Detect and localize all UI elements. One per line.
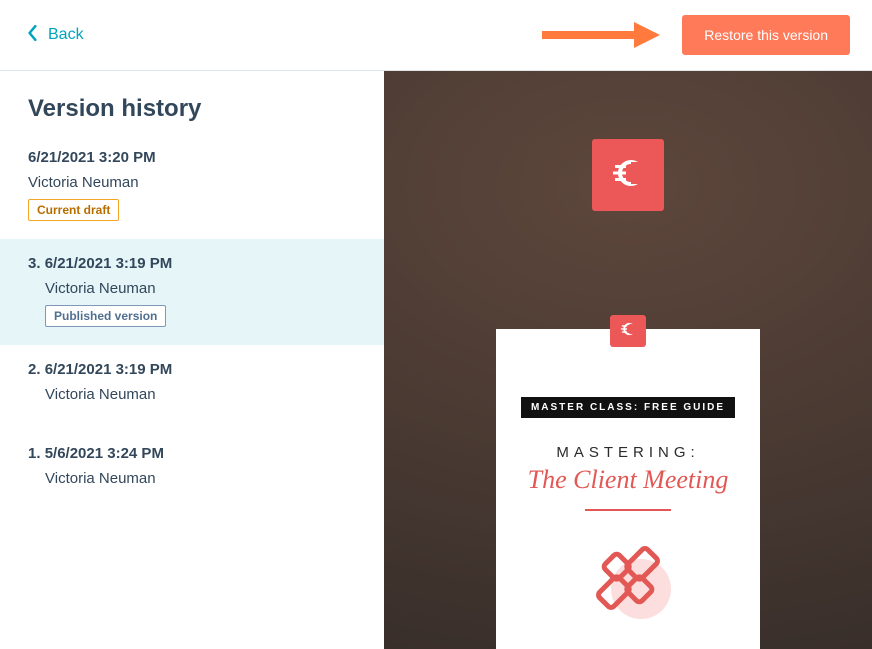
brand-badge bbox=[592, 139, 664, 211]
version-preview-pane: MASTER CLASS: FREE GUIDE MASTERING: The … bbox=[384, 71, 872, 649]
version-badge-row: Published version bbox=[28, 305, 356, 327]
current-draft-badge: Current draft bbox=[28, 199, 119, 221]
back-label: Back bbox=[48, 26, 84, 44]
back-link[interactable]: Back bbox=[28, 25, 84, 46]
version-item[interactable]: 2. 6/21/2021 3:19 PM Victoria Neuman bbox=[0, 345, 384, 429]
version-timestamp: 1. 5/6/2021 3:24 PM bbox=[28, 445, 356, 462]
version-index: 3. bbox=[28, 255, 41, 272]
header-right: Restore this version bbox=[682, 15, 850, 55]
restore-version-button[interactable]: Restore this version bbox=[682, 15, 850, 55]
version-index: 1. bbox=[28, 445, 41, 462]
chevron-left-icon bbox=[28, 25, 38, 46]
version-author: Victoria Neuman bbox=[28, 280, 356, 297]
doc-title-underline bbox=[585, 509, 671, 511]
version-index: 2. bbox=[28, 361, 41, 378]
handshake-icon bbox=[578, 533, 678, 623]
version-author: Victoria Neuman bbox=[28, 386, 356, 403]
version-timestamp: 3. 6/21/2021 3:19 PM bbox=[28, 255, 356, 272]
header-bar: Back Restore this version bbox=[0, 0, 872, 71]
document-preview-card: MASTER CLASS: FREE GUIDE MASTERING: The … bbox=[496, 329, 760, 649]
version-timestamp: 2. 6/21/2021 3:19 PM bbox=[28, 361, 356, 378]
version-sidebar: Version history 6/21/2021 3:20 PM Victor… bbox=[0, 71, 384, 649]
brand-icon bbox=[620, 321, 636, 342]
version-author: Victoria Neuman bbox=[28, 174, 356, 191]
version-timestamp: 6/21/2021 3:20 PM bbox=[28, 149, 356, 166]
doc-category-badge: MASTER CLASS: FREE GUIDE bbox=[521, 397, 735, 418]
brand-icon bbox=[611, 156, 645, 195]
sidebar-title: Version history bbox=[0, 71, 384, 133]
doc-title-line1: MASTERING: bbox=[512, 444, 744, 461]
version-item[interactable]: 3. 6/21/2021 3:19 PM Victoria Neuman Pub… bbox=[0, 239, 384, 345]
published-version-badge: Published version bbox=[45, 305, 166, 327]
version-badge-row: Current draft bbox=[28, 199, 356, 221]
doc-title-line2: The Client Meeting bbox=[512, 465, 744, 495]
doc-brand-tab bbox=[610, 315, 646, 347]
version-item[interactable]: 6/21/2021 3:20 PM Victoria Neuman Curren… bbox=[0, 133, 384, 239]
version-item[interactable]: 1. 5/6/2021 3:24 PM Victoria Neuman bbox=[0, 429, 384, 513]
version-author: Victoria Neuman bbox=[28, 470, 356, 487]
main-content: Version history 6/21/2021 3:20 PM Victor… bbox=[0, 71, 872, 649]
